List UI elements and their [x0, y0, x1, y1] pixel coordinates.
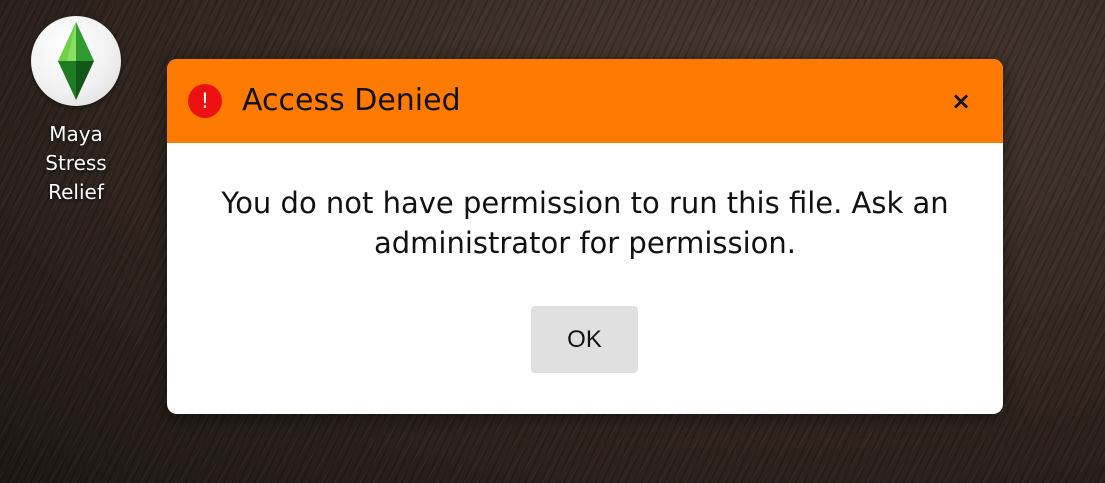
close-icon[interactable]: × [947, 87, 975, 115]
dialog-body: You do not have permission to run this f… [167, 143, 1003, 414]
desktop-icon-maya-stress-relief[interactable]: Maya Stress Relief [28, 16, 124, 207]
desktop-icon-label-line: Relief [48, 180, 104, 204]
dialog-message: You do not have permission to run this f… [221, 186, 949, 260]
desktop-icon-label-line: Maya [49, 122, 103, 146]
desktop-icon-label-line: Stress [45, 151, 107, 175]
ok-button[interactable]: OK [531, 306, 638, 373]
dialog-title: Access Denied [242, 83, 461, 118]
access-denied-dialog: ! Access Denied × You do not have permis… [167, 59, 1003, 414]
plumbob-icon [31, 16, 121, 106]
desktop-icon-label: Maya Stress Relief [45, 120, 106, 207]
error-icon: ! [188, 84, 222, 118]
dialog-header: ! Access Denied × [167, 59, 1003, 143]
